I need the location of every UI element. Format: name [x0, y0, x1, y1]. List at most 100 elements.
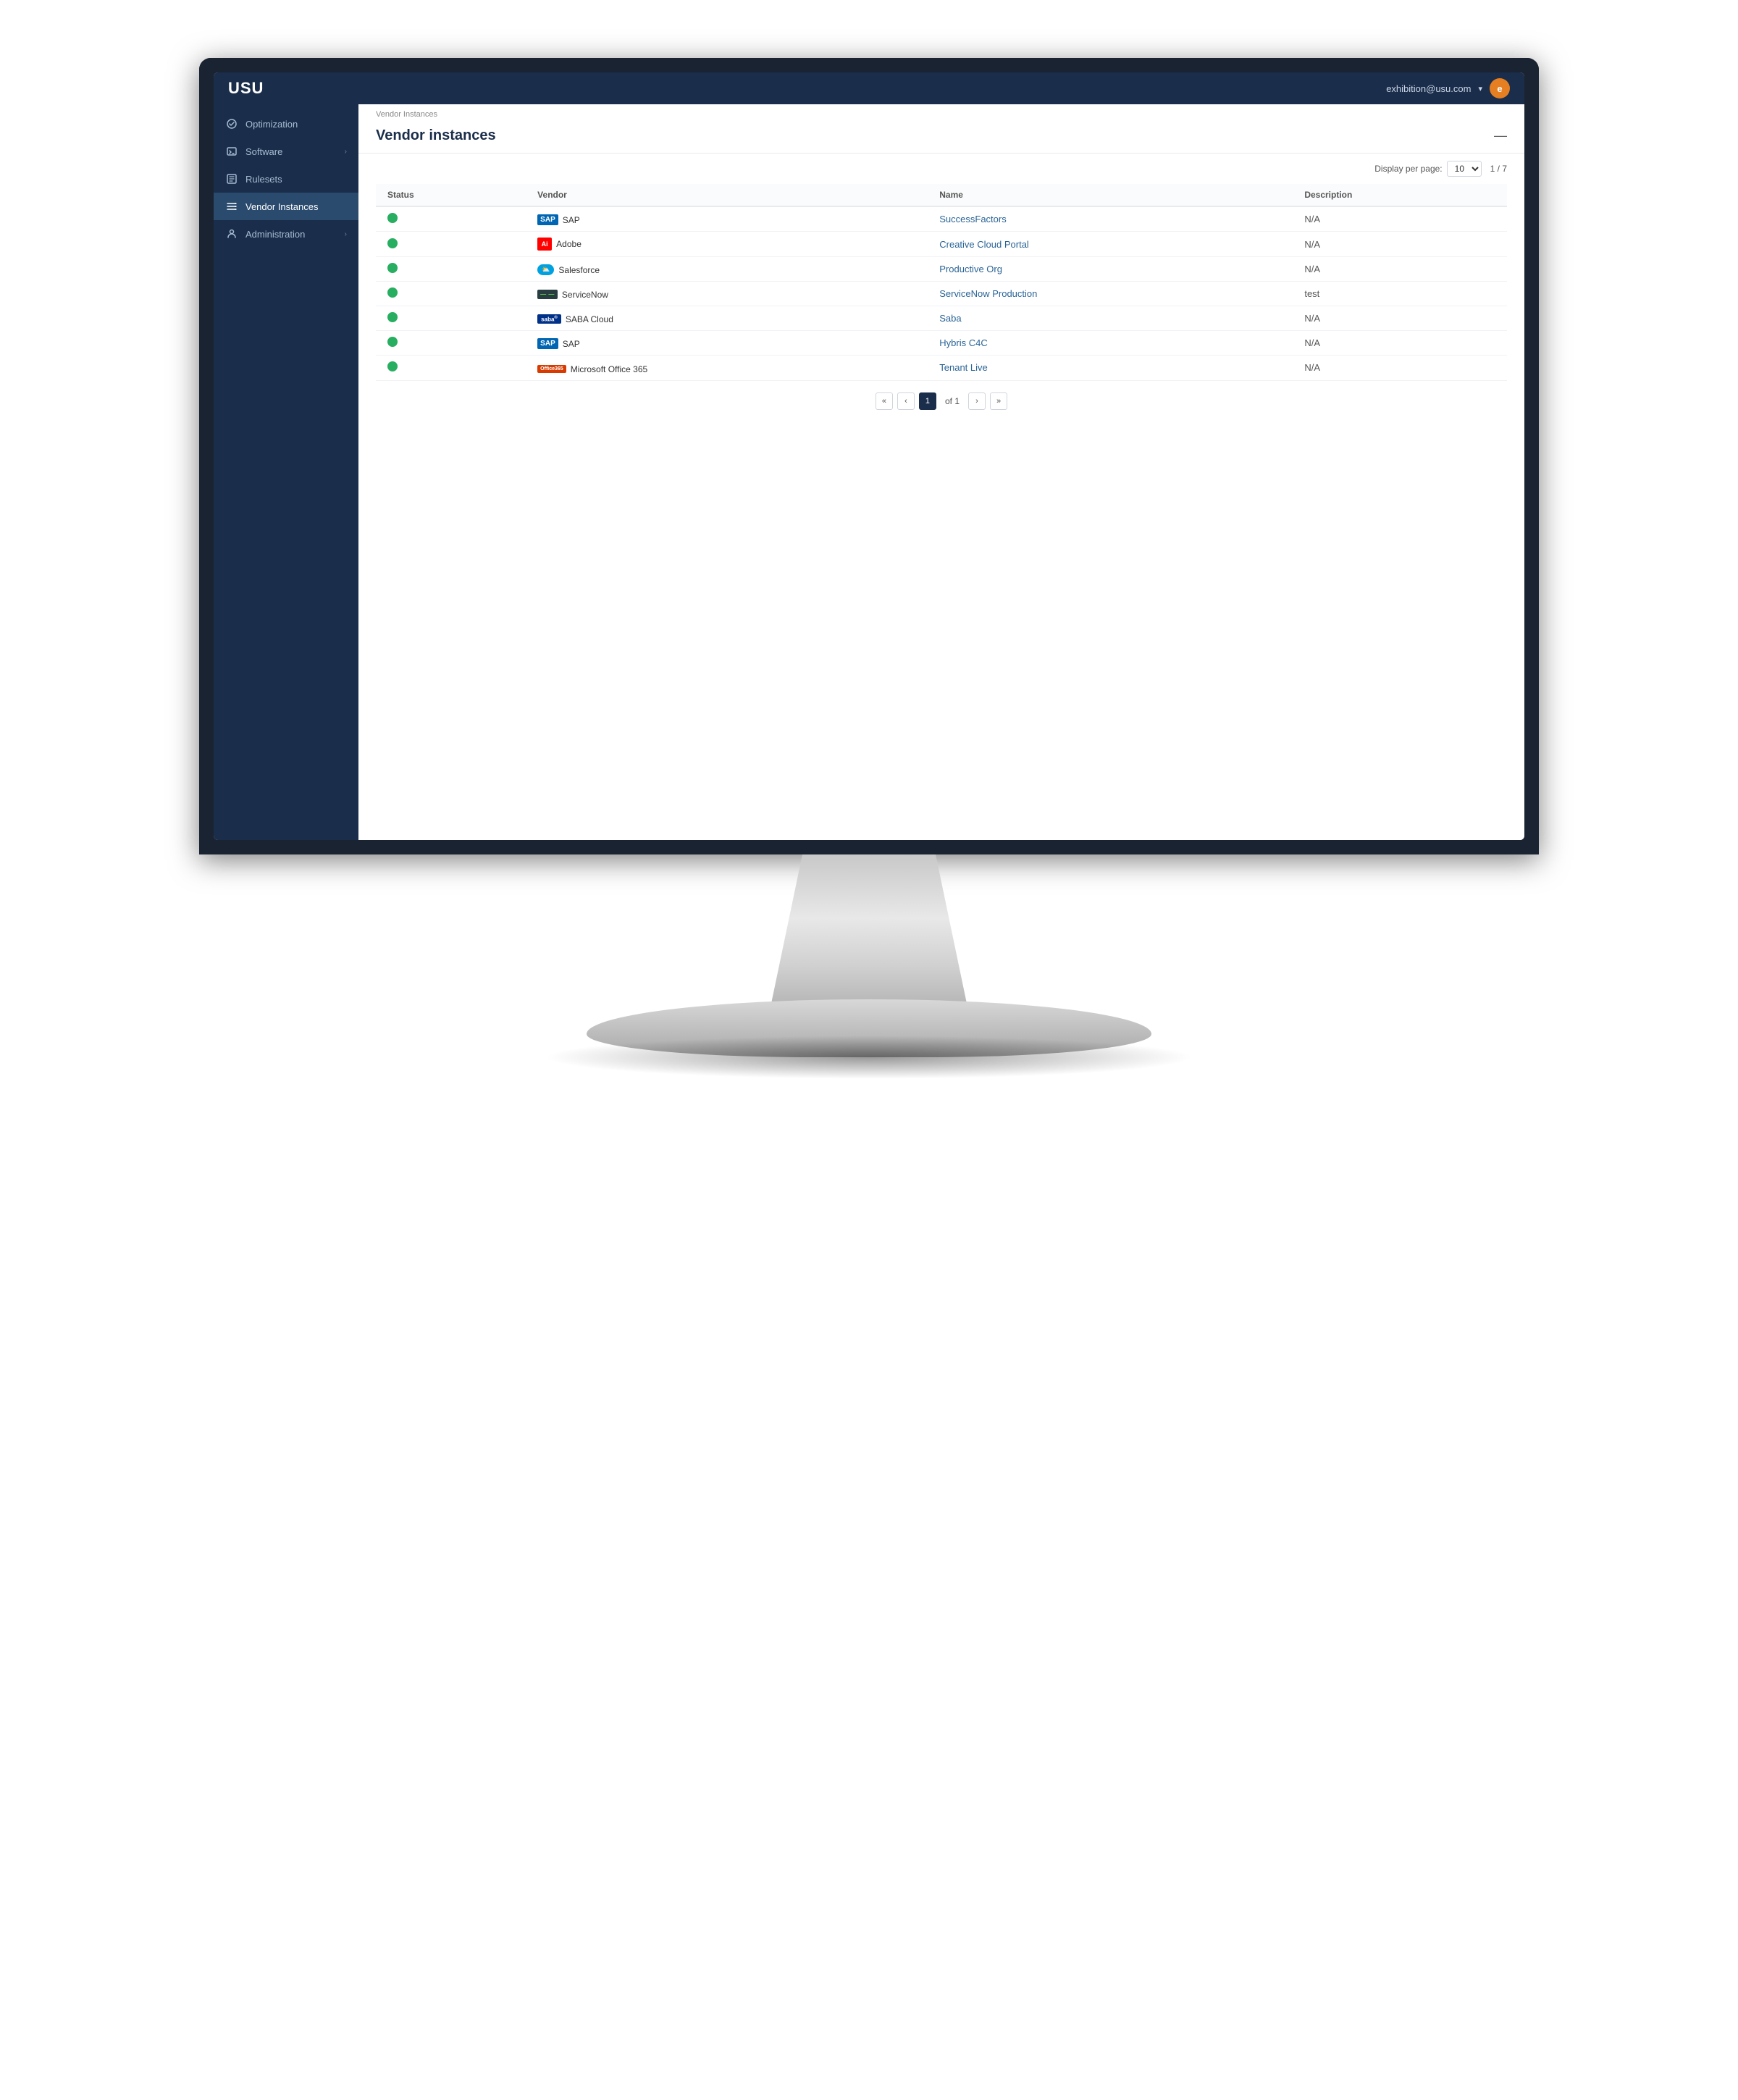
vendor-name: Microsoft Office 365	[571, 364, 648, 374]
table-row[interactable]: — — ServiceNow ServiceNow Production tes…	[376, 282, 1507, 306]
chevron-right-icon: ›	[345, 230, 347, 238]
sap-logo-icon: SAP	[537, 214, 558, 225]
table-row[interactable]: Ai Adobe Creative Cloud Portal N/A	[376, 232, 1507, 257]
sidebar-item-label: Vendor Instances	[245, 201, 347, 212]
vendor-name: SAP	[563, 339, 580, 349]
monitor-shadow	[543, 1036, 1195, 1079]
breadcrumb: Vendor Instances	[358, 104, 1524, 122]
pagination: « ‹ 1 of 1 › »	[358, 381, 1524, 421]
navbar-right: exhibition@usu.com ▾ e	[1386, 78, 1510, 98]
main-layout: Optimization Software ›	[214, 104, 1524, 840]
col-header-description: Description	[1293, 184, 1507, 206]
status-active-dot	[387, 263, 398, 273]
servicenow-logo-icon: — —	[537, 290, 558, 299]
col-header-vendor: Vendor	[526, 184, 928, 206]
sidebar-item-software[interactable]: Software ›	[214, 138, 358, 165]
status-active-dot	[387, 238, 398, 248]
table-row[interactable]: saba® SABA Cloud Saba N/A	[376, 306, 1507, 331]
chevron-right-icon: ›	[345, 148, 347, 156]
cell-name: Creative Cloud Portal	[928, 232, 1293, 257]
optimization-icon	[225, 117, 238, 130]
cell-status	[376, 206, 526, 232]
vendor-name: SABA Cloud	[566, 314, 613, 324]
vendor-logo-container: Office365 Microsoft Office 365	[537, 364, 647, 374]
table-row[interactable]: SAP SAP Hybris C4C N/A	[376, 331, 1507, 356]
status-active-dot	[387, 361, 398, 371]
office365-logo-icon: Office365	[537, 365, 566, 373]
cell-vendor: SAP SAP	[526, 206, 928, 232]
sidebar: Optimization Software ›	[214, 104, 358, 840]
table-row[interactable]: ⛅ Salesforce Productive Org N/A	[376, 257, 1507, 282]
vendor-logo-container: saba® SABA Cloud	[537, 314, 613, 324]
cell-vendor: Office365 Microsoft Office 365	[526, 356, 928, 381]
cell-description: N/A	[1293, 331, 1507, 356]
status-active-dot	[387, 287, 398, 298]
cell-status	[376, 306, 526, 331]
status-active-dot	[387, 312, 398, 322]
table-row[interactable]: SAP SAP SuccessFactors N/A	[376, 206, 1507, 232]
cell-status	[376, 257, 526, 282]
col-header-status: Status	[376, 184, 526, 206]
cell-description: N/A	[1293, 257, 1507, 282]
page-title: Vendor instances	[376, 127, 496, 144]
sidebar-item-label: Software	[245, 146, 345, 157]
cell-vendor: ⛅ Salesforce	[526, 257, 928, 282]
navbar: USU exhibition@usu.com ▾ e	[214, 72, 1524, 104]
cell-description: N/A	[1293, 306, 1507, 331]
vendor-logo-container: Ai Adobe	[537, 238, 582, 251]
salesforce-logo-icon: ⛅	[537, 264, 554, 275]
cell-description: N/A	[1293, 232, 1507, 257]
app-logo: USU	[228, 79, 264, 98]
vendor-name: SAP	[563, 215, 580, 225]
page-header-actions: —	[1494, 128, 1507, 143]
cell-name: Tenant Live	[928, 356, 1293, 381]
page-1-button[interactable]: 1	[919, 392, 936, 410]
cell-status	[376, 232, 526, 257]
sidebar-item-administration[interactable]: Administration ›	[214, 220, 358, 248]
cell-status	[376, 331, 526, 356]
first-page-button[interactable]: «	[876, 392, 893, 410]
display-per-page: Display per page: 10 25 50	[1374, 161, 1481, 177]
vendor-instances-icon	[225, 200, 238, 213]
cell-name: Productive Org	[928, 257, 1293, 282]
sap-logo-icon: SAP	[537, 338, 558, 349]
sidebar-item-vendor-instances[interactable]: Vendor Instances	[214, 193, 358, 220]
cell-name: Saba	[928, 306, 1293, 331]
cell-status	[376, 282, 526, 306]
cell-vendor: SAP SAP	[526, 331, 928, 356]
sidebar-item-label: Optimization	[245, 119, 347, 130]
vendor-name: ServiceNow	[562, 290, 608, 300]
cell-name: ServiceNow Production	[928, 282, 1293, 306]
vendor-name: Salesforce	[558, 265, 600, 275]
user-email: exhibition@usu.com	[1386, 83, 1471, 94]
administration-icon	[225, 227, 238, 240]
content-area: Vendor Instances Vendor instances — Disp…	[358, 104, 1524, 840]
page-header: Vendor instances —	[358, 122, 1524, 154]
monitor-stand-neck	[702, 854, 1036, 1014]
avatar[interactable]: e	[1490, 78, 1510, 98]
per-page-select[interactable]: 10 25 50	[1447, 161, 1482, 177]
next-page-button[interactable]: ›	[968, 392, 986, 410]
cell-status	[376, 356, 526, 381]
table-row[interactable]: Office365 Microsoft Office 365 Tenant Li…	[376, 356, 1507, 381]
vendor-logo-container: — — ServiceNow	[537, 290, 608, 300]
col-header-name: Name	[928, 184, 1293, 206]
cell-vendor: — — ServiceNow	[526, 282, 928, 306]
cell-vendor: saba® SABA Cloud	[526, 306, 928, 331]
pagination-info: of 1	[945, 396, 960, 406]
vendor-logo-container: SAP SAP	[537, 214, 580, 225]
sidebar-item-label: Rulesets	[245, 174, 347, 185]
collapse-icon[interactable]: —	[1494, 128, 1507, 143]
chevron-down-icon: ▾	[1478, 84, 1482, 93]
sidebar-item-optimization[interactable]: Optimization	[214, 110, 358, 138]
cell-description: N/A	[1293, 356, 1507, 381]
cell-vendor: Ai Adobe	[526, 232, 928, 257]
last-page-button[interactable]: »	[990, 392, 1007, 410]
status-active-dot	[387, 337, 398, 347]
prev-page-button[interactable]: ‹	[897, 392, 915, 410]
cell-name: Hybris C4C	[928, 331, 1293, 356]
sidebar-item-label: Administration	[245, 229, 345, 240]
sidebar-item-rulesets[interactable]: Rulesets	[214, 165, 358, 193]
rulesets-icon	[225, 172, 238, 185]
page-range-info: 1 / 7	[1490, 164, 1507, 174]
